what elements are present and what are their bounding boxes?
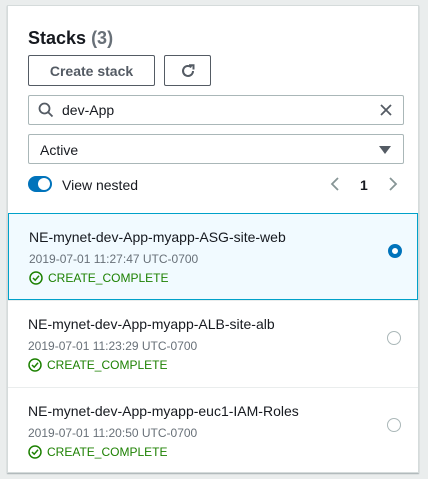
stack-row[interactable]: NE-mynet-dev-App-myapp-euc1-IAM-Roles 20…: [8, 387, 418, 472]
stack-status-text: CREATE_COMPLETE: [47, 358, 168, 372]
stack-name[interactable]: NE-mynet-dev-App-myapp-ALB-site-alb: [28, 316, 275, 332]
chevron-left-icon[interactable]: [328, 176, 342, 192]
check-circle-icon: [28, 358, 42, 372]
stack-timestamp: 2019-07-01 11:27:47 UTC-0700: [29, 252, 199, 266]
create-stack-button[interactable]: Create stack: [28, 55, 155, 86]
stack-timestamp: 2019-07-01 11:20:50 UTC-0700: [28, 426, 198, 440]
stack-status: CREATE_COMPLETE: [29, 271, 168, 285]
page-title: Stacks (3): [28, 28, 113, 49]
stack-status: CREATE_COMPLETE: [28, 358, 167, 372]
chevron-right-icon[interactable]: [386, 176, 400, 192]
search-input[interactable]: dev-App: [28, 95, 404, 125]
stack-name[interactable]: NE-mynet-dev-App-myapp-euc1-IAM-Roles: [28, 403, 299, 419]
stack-status-text: CREATE_COMPLETE: [48, 271, 169, 285]
search-icon: [38, 102, 54, 118]
stack-timestamp: 2019-07-01 11:23:29 UTC-0700: [28, 339, 198, 353]
stack-status-text: CREATE_COMPLETE: [47, 445, 168, 459]
stack-status: CREATE_COMPLETE: [28, 445, 167, 459]
refresh-icon: [181, 63, 194, 77]
check-circle-icon: [29, 271, 43, 285]
stack-radio[interactable]: [387, 331, 401, 345]
search-value: dev-App: [62, 102, 115, 118]
stack-name[interactable]: NE-mynet-dev-App-myapp-ASG-site-web: [29, 229, 286, 245]
refresh-button[interactable]: [164, 55, 211, 86]
stack-radio[interactable]: [387, 418, 401, 432]
caret-down-icon: [379, 146, 391, 154]
stack-row[interactable]: NE-mynet-dev-App-myapp-ASG-site-web 2019…: [8, 213, 418, 300]
stack-radio[interactable]: [388, 244, 402, 258]
create-stack-label: Create stack: [49, 62, 134, 79]
view-nested-label: View nested: [62, 177, 139, 193]
check-circle-icon: [28, 445, 42, 459]
status-filter-select[interactable]: Active: [28, 134, 404, 164]
title-text: Stacks: [28, 28, 87, 48]
stack-count: (3): [91, 28, 114, 48]
view-nested-toggle[interactable]: [28, 176, 52, 192]
status-filter-value: Active: [40, 142, 79, 158]
page-number[interactable]: 1: [360, 177, 368, 193]
stack-row[interactable]: NE-mynet-dev-App-myapp-ALB-site-alb 2019…: [8, 300, 418, 387]
toggle-knob: [38, 178, 50, 190]
clear-icon[interactable]: [378, 102, 394, 118]
stacks-panel: Stacks (3) Create stack dev-App Active V…: [7, 5, 419, 473]
